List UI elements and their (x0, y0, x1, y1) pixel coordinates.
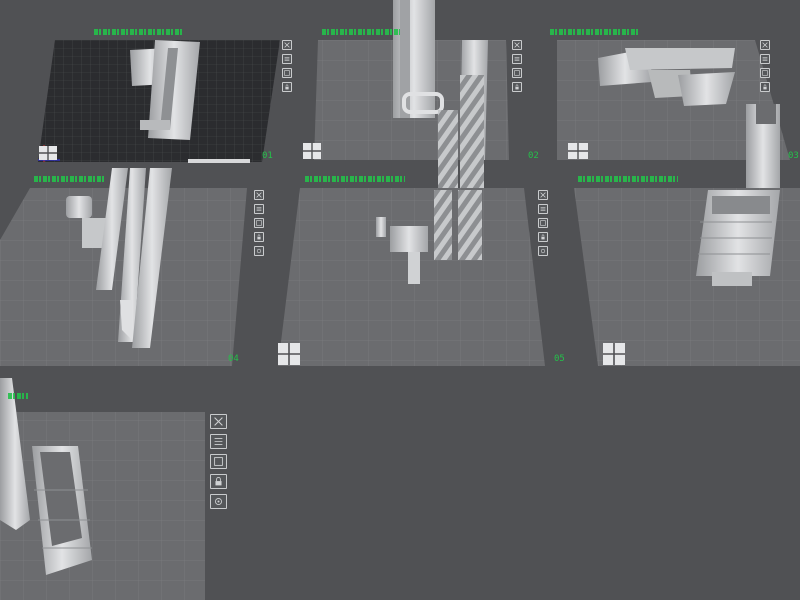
plate-7-title (8, 393, 28, 399)
plate-2-tools (512, 40, 522, 92)
plate-2-title (322, 29, 400, 35)
plate-1[interactable] (38, 40, 280, 163)
plate-5-grid-icon[interactable] (278, 343, 300, 365)
plate-3-tools (760, 40, 770, 92)
plate-1-title (94, 29, 182, 35)
plate-4[interactable] (0, 168, 247, 366)
plate-2-orient-icon[interactable] (512, 68, 522, 78)
plate-4-lock-icon[interactable] (254, 232, 264, 242)
plate-4-arrange-icon[interactable] (254, 204, 264, 214)
plate-1-number: 01 (262, 151, 273, 161)
plate-7-orient-icon[interactable] (210, 454, 227, 469)
plate-2-arrange-icon[interactable] (512, 54, 522, 64)
plate-7-settings-icon[interactable] (210, 494, 227, 509)
plate-5-lock-icon[interactable] (538, 232, 548, 242)
plate-7-close-icon[interactable] (210, 414, 227, 429)
plate-1-lock-icon[interactable] (282, 82, 292, 92)
plate-5-close-icon[interactable] (538, 190, 548, 200)
plate-2-number: 02 (528, 151, 539, 161)
plate-4-title (34, 176, 104, 182)
plate-1-status-strip (188, 159, 250, 163)
plate-1-close-icon[interactable] (282, 40, 292, 50)
plate-6-title (578, 176, 678, 182)
plate-5-tools (538, 190, 548, 256)
plate-5-settings-icon[interactable] (538, 246, 548, 256)
plate-3-close-icon[interactable] (760, 40, 770, 50)
plate-6-model[interactable] (696, 190, 780, 286)
plates-viewport[interactable] (0, 0, 800, 600)
plate-3-orient-icon[interactable] (760, 68, 770, 78)
plate-3-lock-icon[interactable] (760, 82, 770, 92)
plate-4-orient-icon[interactable] (254, 218, 264, 228)
plate-3-arrange-icon[interactable] (760, 54, 770, 64)
plate-5-number: 05 (554, 354, 565, 364)
plate-4-tools (254, 190, 264, 256)
plate-7-lock-icon[interactable] (210, 474, 227, 489)
plate-2-lock-icon[interactable] (512, 82, 522, 92)
plate-2-grid-icon[interactable] (303, 143, 321, 159)
plate-4-close-icon[interactable] (254, 190, 264, 200)
plate-5-title (305, 176, 405, 182)
plate-3[interactable] (557, 40, 790, 194)
plate-1-grid-icon[interactable] (39, 146, 57, 160)
plate-7[interactable] (0, 378, 205, 600)
plate-7-arrange-icon[interactable] (210, 434, 227, 449)
plate-1-arrange-icon[interactable] (282, 54, 292, 64)
plate-6[interactable] (574, 188, 800, 366)
plate-1-orient-icon[interactable] (282, 68, 292, 78)
plate-5-arrange-icon[interactable] (538, 204, 548, 214)
plate-3-title (550, 29, 638, 35)
plate-7-tools (210, 414, 227, 509)
plate-5-orient-icon[interactable] (538, 218, 548, 228)
plate-3-grid-icon[interactable] (568, 143, 588, 159)
plate-1-tools (282, 40, 292, 92)
plate-6-grid-icon[interactable] (603, 343, 625, 365)
plate-3-number: 03 (788, 151, 799, 161)
plate-4-settings-icon[interactable] (254, 246, 264, 256)
plate-2-close-icon[interactable] (512, 40, 522, 50)
plate-5[interactable] (278, 188, 545, 366)
plate-4-number: 04 (228, 354, 239, 364)
